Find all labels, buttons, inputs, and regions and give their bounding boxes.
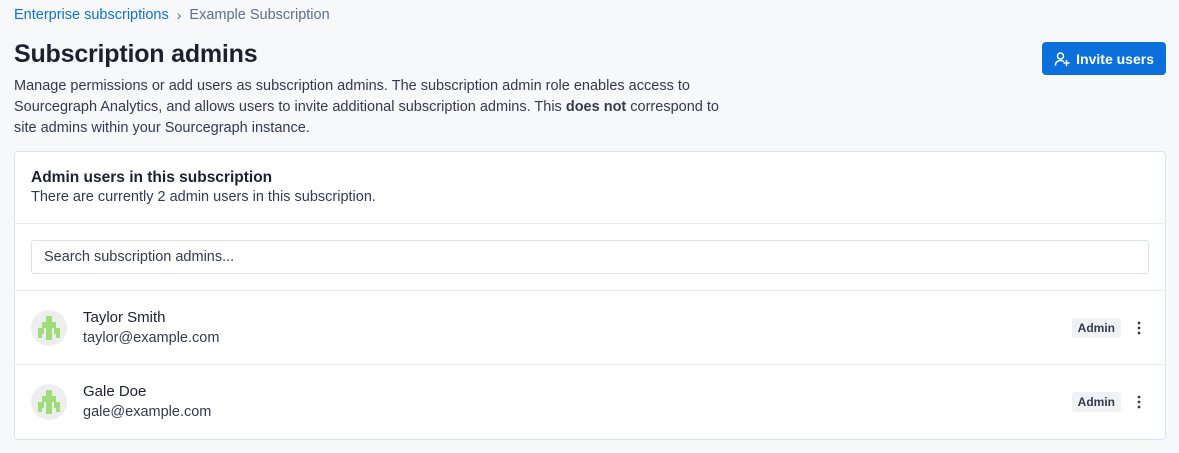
role-badge: Admin [1071, 392, 1121, 412]
user-plus-icon [1054, 51, 1070, 66]
search-container [15, 224, 1165, 291]
user-row: Gale Doe gale@example.com Admin [15, 365, 1165, 439]
breadcrumb-link-enterprise-subscriptions[interactable]: Enterprise subscriptions [14, 7, 169, 23]
user-info: Taylor Smith taylor@example.com [83, 307, 1072, 349]
vertical-ellipsis-icon [1137, 321, 1141, 334]
vertical-ellipsis-icon [1137, 395, 1141, 409]
card-header: Admin users in this subscription There a… [15, 152, 1165, 224]
user-list: Taylor Smith taylor@example.com Admin Ga… [15, 291, 1165, 439]
invite-users-button[interactable]: Invite users [1042, 42, 1166, 75]
user-email: taylor@example.com [83, 329, 220, 346]
user-name: Taylor Smith [83, 308, 166, 326]
card-title: Admin users in this subscription [31, 169, 273, 186]
more-actions-button[interactable] [1129, 316, 1149, 340]
breadcrumb-current: Example Subscription [189, 7, 330, 23]
page: Enterprise subscriptions › Example Subsc… [0, 0, 1179, 453]
card-subtitle: There are currently 2 admin users in thi… [31, 189, 376, 205]
admin-users-card: Admin users in this subscription There a… [14, 151, 1166, 440]
role-badge: Admin [1071, 317, 1121, 338]
avatar[interactable] [31, 384, 67, 420]
identicon-icon [38, 315, 60, 340]
user-email: gale@example.com [83, 404, 212, 420]
avatar[interactable] [31, 309, 67, 346]
identicon-icon [38, 390, 60, 414]
page-title: Subscription admins [14, 40, 258, 68]
user-name: Gale Doe [83, 383, 147, 400]
breadcrumb-separator: › [176, 7, 182, 23]
user-row: Taylor Smith taylor@example.com Admin [15, 291, 1165, 365]
description-bold: does not [565, 99, 627, 115]
breadcrumb: Enterprise subscriptions › Example Subsc… [14, 7, 330, 23]
invite-users-label: Invite users [1076, 50, 1154, 67]
page-description: Manage permissions or add users as subsc… [14, 76, 744, 139]
search-input[interactable] [31, 240, 1149, 274]
user-info: Gale Doe gale@example.com [83, 381, 1072, 423]
more-actions-button[interactable] [1129, 390, 1149, 414]
